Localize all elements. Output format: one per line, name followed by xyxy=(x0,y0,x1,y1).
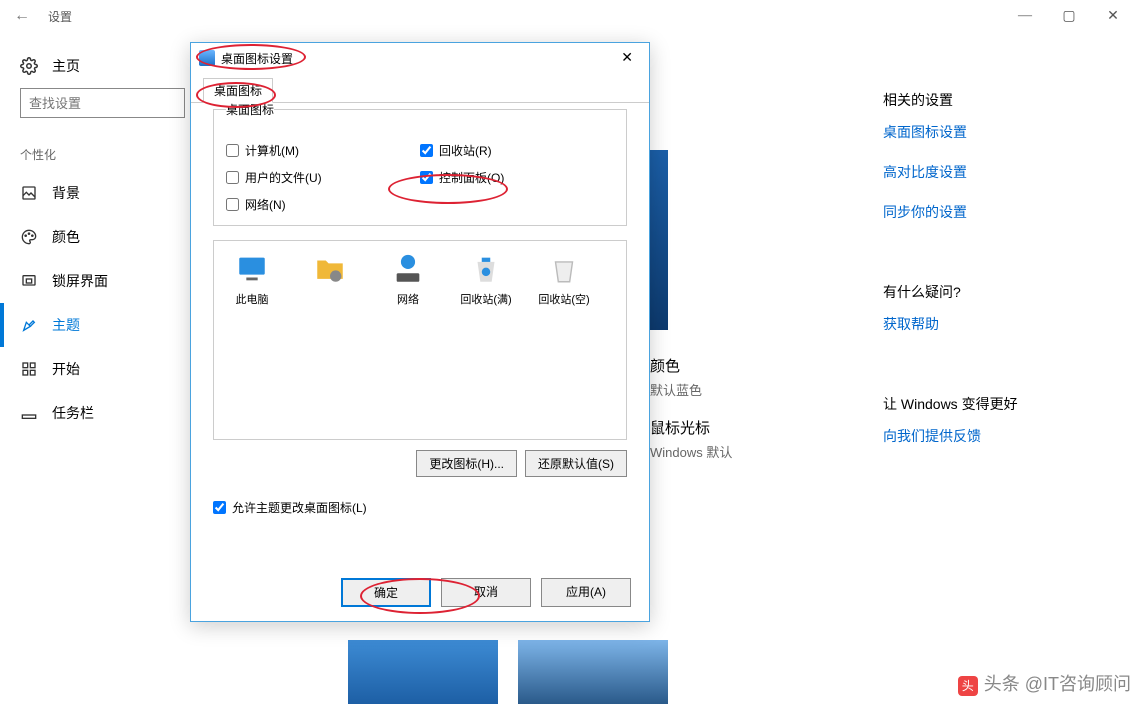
icon-this-pc[interactable]: 此电脑 xyxy=(224,251,280,307)
link-get-help[interactable]: 获取帮助 xyxy=(883,314,1113,334)
window-title: 设置 xyxy=(48,8,72,25)
sidebar-item-label: 锁屏界面 xyxy=(52,271,108,291)
change-icon-button[interactable]: 更改图标(H)... xyxy=(416,450,517,477)
taskbar-icon xyxy=(20,404,38,422)
window-titlebar: ← 设置 — ▢ ✕ xyxy=(0,0,1143,32)
sidebar-item-lockscreen[interactable]: 锁屏界面 xyxy=(20,259,200,303)
apply-button[interactable]: 应用(A) xyxy=(541,578,631,607)
link-high-contrast[interactable]: 高对比度设置 xyxy=(883,162,1113,182)
sidebar-item-label: 开始 xyxy=(52,359,80,379)
desktop-icons-dialog: 桌面图标设置 ✕ 桌面图标 桌面图标 计算机(M) 用户的文件(U) 网络(N)… xyxy=(190,42,650,622)
sidebar-item-label: 背景 xyxy=(52,183,80,203)
color-heading: 颜色 xyxy=(650,355,732,376)
check-userfiles[interactable]: 用户的文件(U) xyxy=(226,169,420,186)
sidebar-item-label: 任务栏 xyxy=(52,403,94,423)
icon-recycle-empty[interactable]: 回收站(空) xyxy=(536,251,592,307)
lockscreen-icon xyxy=(20,272,38,290)
dialog-tabbar: 桌面图标 xyxy=(191,77,649,103)
sidebar-section-label: 个性化 xyxy=(20,146,200,163)
ok-button[interactable]: 确定 xyxy=(341,578,431,607)
theme-info: 颜色 默认蓝色 鼠标光标 Windows 默认 xyxy=(650,355,732,479)
help-heading: 有什么疑问? xyxy=(883,282,1113,302)
check-controlpanel[interactable]: 控制面板(O) xyxy=(420,169,614,186)
tab-desktop-icons[interactable]: 桌面图标 xyxy=(203,78,273,103)
color-value: 默认蓝色 xyxy=(650,380,732,399)
check-allow-theme[interactable]: 允许主题更改桌面图标(L) xyxy=(213,499,627,516)
minimize-button[interactable]: — xyxy=(1003,0,1047,32)
sidebar-item-background[interactable]: 背景 xyxy=(20,171,200,215)
palette-icon xyxy=(20,228,38,246)
check-computer[interactable]: 计算机(M) xyxy=(226,142,420,159)
related-heading: 相关的设置 xyxy=(883,90,1113,110)
start-icon xyxy=(20,360,38,378)
cursor-value: Windows 默认 xyxy=(650,442,732,461)
recyclebin-empty-icon xyxy=(546,251,582,287)
sidebar-home-label: 主页 xyxy=(52,56,80,76)
sidebar-home[interactable]: 主页 xyxy=(20,56,200,76)
search-input[interactable] xyxy=(20,88,185,118)
dialog-close-button[interactable]: ✕ xyxy=(613,46,641,71)
restore-defaults-button[interactable]: 还原默认值(S) xyxy=(525,450,627,477)
link-feedback[interactable]: 向我们提供反馈 xyxy=(883,426,1113,446)
icon-preview-list: 此电脑 网络 回收站(满) 回收站(空) xyxy=(213,240,627,440)
theme-thumbnails xyxy=(348,640,668,704)
check-recyclebin[interactable]: 回收站(R) xyxy=(420,142,614,159)
network-icon xyxy=(390,251,426,287)
cancel-button[interactable]: 取消 xyxy=(441,578,531,607)
folder-user-icon xyxy=(312,251,348,287)
sidebar-item-themes[interactable]: 主题 xyxy=(20,303,200,347)
dialog-titlebar: 桌面图标设置 ✕ xyxy=(191,43,649,73)
icon-network[interactable]: 网络 xyxy=(380,251,436,307)
link-desktop-icons[interactable]: 桌面图标设置 xyxy=(883,122,1113,142)
theme-icon xyxy=(20,316,38,334)
picture-icon xyxy=(20,184,38,202)
dialog-title: 桌面图标设置 xyxy=(221,50,293,67)
cursor-heading: 鼠标光标 xyxy=(650,417,732,438)
theme-preview-strip xyxy=(650,150,668,330)
feedback-heading: 让 Windows 变得更好 xyxy=(883,394,1113,414)
maximize-button[interactable]: ▢ xyxy=(1047,0,1091,32)
watermark: 头头条 @IT咨询顾问 xyxy=(958,670,1131,696)
sidebar-item-label: 主题 xyxy=(52,315,80,335)
check-network[interactable]: 网络(N) xyxy=(226,196,420,213)
monitor-icon xyxy=(234,251,270,287)
link-sync[interactable]: 同步你的设置 xyxy=(883,202,1113,222)
dialog-icon xyxy=(199,50,215,66)
sidebar-item-label: 颜色 xyxy=(52,227,80,247)
icon-recycle-full[interactable]: 回收站(满) xyxy=(458,251,514,307)
back-button[interactable]: ← xyxy=(8,7,36,25)
theme-thumb-1[interactable] xyxy=(348,640,498,704)
related-settings-panel: 相关的设置 桌面图标设置 高对比度设置 同步你的设置 有什么疑问? 获取帮助 让… xyxy=(883,90,1143,466)
theme-thumb-2[interactable] xyxy=(518,640,668,704)
recyclebin-full-icon xyxy=(468,251,504,287)
sidebar-item-taskbar[interactable]: 任务栏 xyxy=(20,391,200,435)
sidebar-item-start[interactable]: 开始 xyxy=(20,347,200,391)
icon-user-folder[interactable] xyxy=(302,251,358,291)
close-button[interactable]: ✕ xyxy=(1091,0,1135,32)
sidebar-item-colors[interactable]: 颜色 xyxy=(20,215,200,259)
settings-sidebar: 主页 个性化 背景 颜色 锁屏界面 主题 开始 任务栏 xyxy=(0,40,200,435)
group-label: 桌面图标 xyxy=(226,101,274,118)
gear-icon xyxy=(20,57,38,75)
